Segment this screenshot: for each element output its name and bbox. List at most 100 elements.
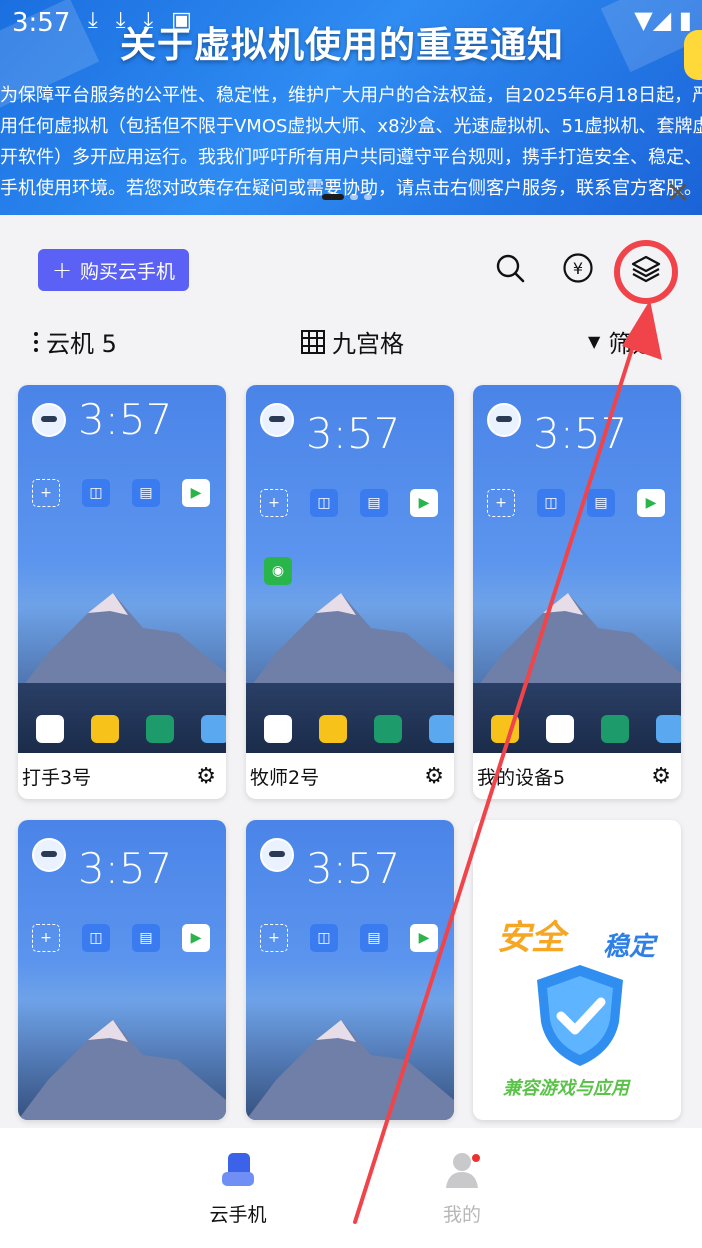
file-icon: ▤ [587,489,615,517]
device-clock: 3:57 [78,395,173,444]
device-card[interactable]: 3:57 + ◫ ▤ ▶ [18,820,226,1120]
notification-dot [472,1154,480,1162]
plus-icon: + [51,256,73,284]
yuan-icon[interactable]: ¥ [558,248,598,288]
nav-mine[interactable]: 我的 [402,1150,522,1227]
svg-text:¥: ¥ [573,259,583,278]
pager-dot[interactable] [322,194,344,200]
banner-text: 为保障平台服务的公平性、稳定性，维护广大用户的合法权益，自2025年6月18日起… [0,80,702,204]
device-card[interactable]: 3:57 + ◫ ▤ ▶ 打手3号 ⚙ [18,385,226,799]
nav-cloud-phone[interactable]: 云手机 [178,1150,298,1227]
gallery-icon [429,715,454,743]
dock [36,715,226,743]
app-row: + ◫ ▤ ▶ [32,924,210,952]
add-app-icon: + [32,479,60,507]
device-card[interactable]: 3:57 + ◫ ▤ ▶ ◉ 牧师2号 ⚙ [246,385,454,799]
device-screen[interactable]: 3:57 + ◫ ▤ ▶ [18,820,226,1120]
store-icon: ◫ [310,924,338,952]
grid-icon [301,329,325,354]
device-screen[interactable]: 3:57 + ◫ ▤ ▶ ◉ [246,385,454,753]
folder-icon [491,715,519,743]
robot-icon [260,403,294,437]
promo-word-safe: 安全 [497,918,565,958]
play-store-icon: ▶ [182,479,210,507]
promo-caption: 兼容游戏与应用 [503,1078,629,1099]
app-row: + ◫ ▤ ▶ [487,489,665,517]
device-footer: 打手3号 ⚙ [18,753,226,799]
banner-title: 关于虚拟机使用的重要通知 [120,25,565,66]
app-icon [546,715,574,743]
promo-card[interactable]: 安全 稳定 兼容游戏与应用 [473,820,681,1120]
add-app-icon: + [260,924,288,952]
store-icon: ◫ [82,924,110,952]
grid-view-toggle[interactable]: 九宫格 [300,324,404,359]
mountain-image [18,593,226,693]
device-name: 打手3号 [22,766,92,789]
annotation-circle [614,240,678,304]
device-screen[interactable]: 3:57 + ◫ ▤ ▶ [473,385,681,753]
search-icon[interactable] [490,248,530,288]
cloud-count-toggle[interactable]: 云机 5 [34,324,117,359]
gallery-icon [656,715,681,743]
caret-down-icon: ▼ [588,332,601,351]
device-card[interactable]: 3:57 + ◫ ▤ ▶ [246,820,454,1120]
device-card[interactable]: 3:57 + ◫ ▤ ▶ 我的设备5 ⚙ [473,385,681,799]
mountain-image [246,593,454,693]
device-clock: 3:57 [533,409,628,458]
add-app-icon: + [487,489,515,517]
buy-button-label: 购买云手机 [80,260,176,283]
nav-label: 云手机 [209,1204,267,1226]
app-row: + ◫ ▤ ▶ [260,489,438,517]
cloud-count-label: 云机 5 [46,330,117,358]
gear-icon[interactable]: ⚙ [651,764,671,789]
banner-line: 用任何虚拟机（包括但不限于VMOS虚拟大师、x8沙盒、光速虚拟机、51虚拟机、套… [0,116,702,137]
close-icon[interactable]: ✕ [664,179,692,209]
play-store-icon: ▶ [410,924,438,952]
phone-icon [222,1153,254,1186]
pager-dot[interactable] [364,194,372,200]
pager-dot[interactable] [350,194,358,200]
device-clock: 3:57 [306,409,401,458]
banner-line: 开软件）多开应用运行。我我们呼吁所有用户共同遵守平台规则，携手打造安全、稳定、高 [0,147,702,168]
robot-icon [32,403,66,437]
buy-cloud-phone-button[interactable]: + 购买云手机 [38,249,189,291]
robot-icon [487,403,521,437]
file-icon: ▤ [360,924,388,952]
add-app-icon: + [32,924,60,952]
banner-pager[interactable] [322,194,372,200]
grid-view-label: 九宫格 [332,330,404,358]
device-screen[interactable]: 3:57 + ◫ ▤ ▶ [18,385,226,753]
filter-button[interactable]: ▼ 筛选 [588,324,656,359]
promo-word-stable: 稳定 [603,932,656,962]
store-icon: ◫ [537,489,565,517]
mascot-image [684,30,702,80]
play-store-icon: ▶ [410,489,438,517]
folder-icon [91,715,119,743]
notice-banner[interactable]: 3:57 ⤓⤓⤓▣ ▼◢ ▮ 关于虚拟机使用的重要通知 为保障平台服务的公平性、… [0,0,702,215]
robot-icon [32,838,66,872]
gear-icon[interactable]: ⚙ [196,764,216,789]
app-row: + ◫ ▤ ▶ [260,924,438,952]
file-icon: ▤ [132,479,160,507]
settings-app-icon [374,715,402,743]
add-app-icon: + [260,489,288,517]
filter-label: 筛选 [608,330,657,358]
folder-icon [319,715,347,743]
signal-icon: ▼◢ ▮ [634,6,692,34]
store-icon: ◫ [310,489,338,517]
file-icon: ▤ [360,489,388,517]
mountain-image [18,1020,226,1120]
filter-row: 云机 5 九宫格 ▼ 筛选 [0,322,702,362]
dock [491,715,681,743]
file-icon: ▤ [132,924,160,952]
device-footer: 我的设备5 ⚙ [473,753,681,799]
device-clock: 3:57 [78,844,173,893]
device-screen[interactable]: 3:57 + ◫ ▤ ▶ [246,820,454,1120]
mountain-image [246,1020,454,1120]
dock [264,715,454,743]
gear-icon[interactable]: ⚙ [424,764,444,789]
device-name: 我的设备5 [477,766,566,789]
shield-icon [537,965,623,1066]
banner-line: 为保障平台服务的公平性、稳定性，维护广大用户的合法权益，自2025年6月18日起… [0,85,702,106]
app-icon [36,715,64,743]
